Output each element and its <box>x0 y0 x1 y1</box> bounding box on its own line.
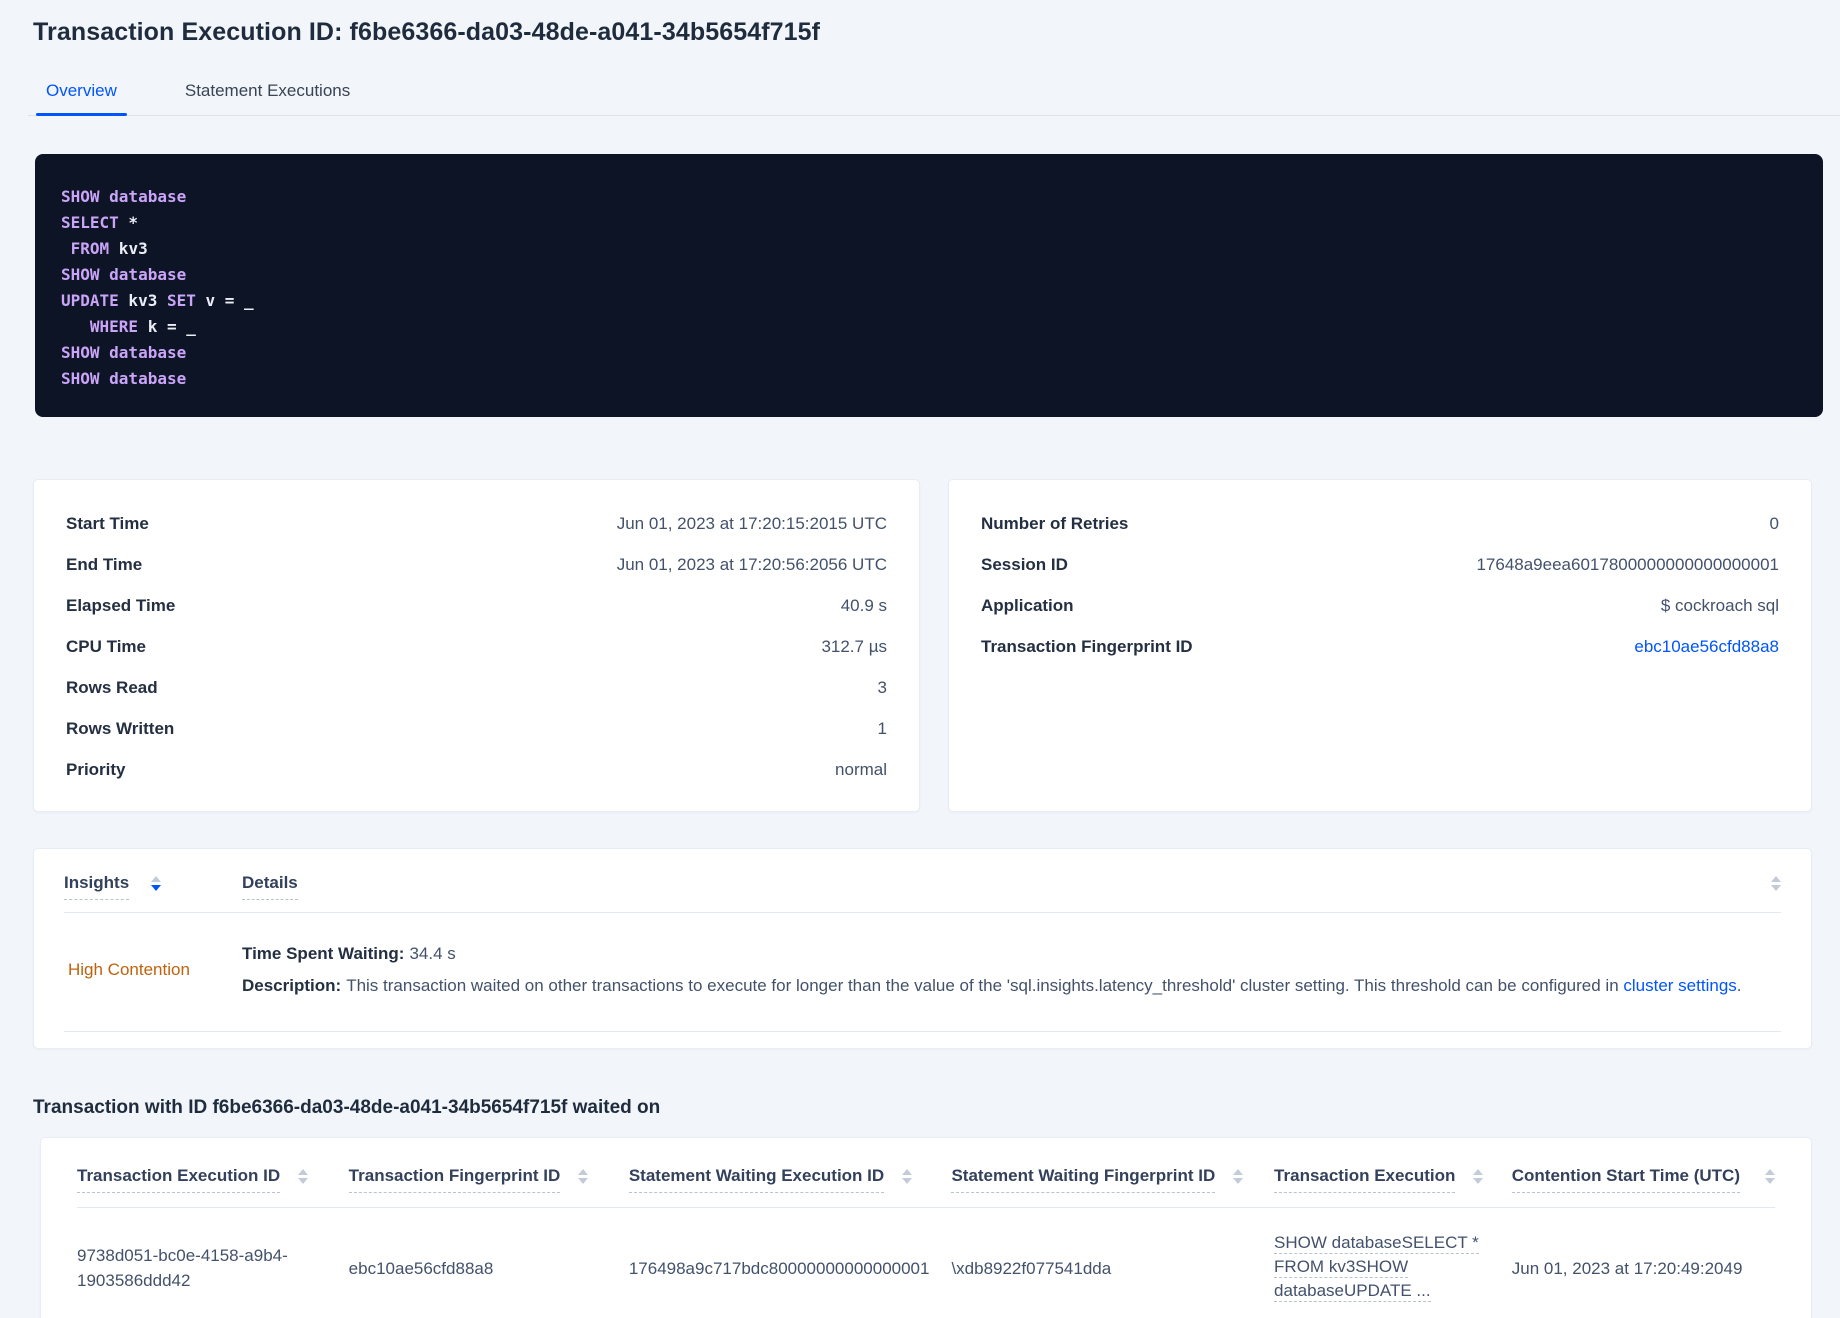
summary-value: $ cockroach sql <box>1660 595 1779 615</box>
summary-label: End Time <box>66 554 143 574</box>
summary-value: normal <box>835 759 887 779</box>
summary-label: CPU Time <box>66 636 146 656</box>
transaction-execution-link[interactable]: FROM kv3SHOW <box>1274 1256 1409 1278</box>
insight-type-badge: High Contention <box>68 960 190 979</box>
summary-value: 0 <box>1769 513 1779 533</box>
sql-code: SHOW database SELECT * FROM kv3 SHOW datab… <box>35 154 1823 417</box>
session-summary-card: Number of Retries 0 Session ID 17648a9ee… <box>948 479 1812 812</box>
summary-label: Priority <box>66 759 126 779</box>
summary-row-rows-written: Rows Written 1 <box>66 708 887 749</box>
summary-row-txn-fingerprint-id: Transaction Fingerprint ID ebc10ae56cfd8… <box>981 626 1779 667</box>
column-header-transaction-execution[interactable]: Transaction Execution <box>1274 1166 1512 1193</box>
summary-row-elapsed-time: Elapsed Time 40.9 s <box>66 585 887 626</box>
column-label: Contention Start Time (UTC) <box>1511 1166 1740 1193</box>
cell-contention-start-time: Jun 01, 2023 at 17:20:49:2049 <box>1511 1258 1743 1278</box>
insights-column-header[interactable]: Insights <box>64 873 242 900</box>
transaction-execution-link[interactable]: databaseUPDATE ... <box>1274 1280 1431 1302</box>
summary-label: Rows Read <box>66 677 158 697</box>
summary-label: Session ID <box>981 554 1068 574</box>
column-header-transaction-execution-id[interactable]: Transaction Execution ID <box>77 1166 349 1193</box>
time-spent-waiting-label: Time Spent Waiting: <box>242 944 405 963</box>
description-text: This transaction waited on other transac… <box>346 976 1624 995</box>
insights-table-header: Insights Details <box>64 873 1781 900</box>
time-spent-waiting-value: 34.4 s <box>409 944 456 963</box>
summary-label: Number of Retries <box>981 513 1129 533</box>
summary-row-end-time: End Time Jun 01, 2023 at 17:20:56:2056 U… <box>66 544 887 585</box>
summary-label: Start Time <box>66 513 149 533</box>
summary-value: 17648a9eea6017800000000000000001 <box>1476 554 1779 574</box>
cluster-settings-link[interactable]: cluster settings <box>1623 976 1736 995</box>
tab-statement-executions[interactable]: Statement Executions <box>179 71 356 115</box>
column-header-statement-waiting-fingerprint-id[interactable]: Statement Waiting Fingerprint ID <box>951 1166 1274 1193</box>
table-row: 9738d051-bc0e-4158-a9b4-1903586ddd42 ebc… <box>77 1208 1775 1318</box>
time-spent-waiting: Time Spent Waiting: 34.4 s <box>242 943 1781 965</box>
column-header-transaction-fingerprint-id[interactable]: Transaction Fingerprint ID <box>348 1166 629 1193</box>
insight-row: High Contention Time Spent Waiting: 34.4 … <box>64 913 1781 1032</box>
summary-row-rows-read: Rows Read 3 <box>66 667 887 708</box>
summary-value: 1 <box>877 718 887 738</box>
column-label: Transaction Execution ID <box>77 1166 281 1193</box>
details-column-header: Details <box>242 873 1781 900</box>
tab-bar: Overview Statement Executions <box>28 71 1840 116</box>
summary-row-start-time: Start Time Jun 01, 2023 at 17:20:15:2015… <box>66 503 887 544</box>
tab-overview[interactable]: Overview <box>36 71 127 116</box>
column-label: Statement Waiting Fingerprint ID <box>951 1166 1216 1193</box>
summary-value: 40.9 s <box>840 595 887 615</box>
summary-label: Rows Written <box>66 718 175 738</box>
sort-arrows-icon[interactable] <box>151 873 162 891</box>
cell-statement-waiting-execution-id: 176498a9c717bdc80000000000000001 <box>628 1258 930 1278</box>
column-label: Transaction Fingerprint ID <box>348 1166 561 1193</box>
cell-transaction-execution-id: 9738d051-bc0e-4158-a9b4-1903586ddd42 <box>77 1243 349 1293</box>
summary-row-application: Application $ cockroach sql <box>981 585 1779 626</box>
summary-label: Transaction Fingerprint ID <box>981 636 1193 656</box>
transaction-execution-id-value: 9738d051-bc0e-4158-a9b4-1903586ddd42 <box>77 1246 288 1290</box>
waited-on-heading: Transaction with ID f6be6366-da03-48de-a… <box>33 1097 661 1118</box>
column-label: Statement Waiting Execution ID <box>628 1166 885 1193</box>
cell-transaction-execution: SHOW databaseSELECT * FROM kv3SHOW datab… <box>1274 1232 1512 1304</box>
summary-cards-row: Start Time Jun 01, 2023 at 17:20:15:2015… <box>33 479 1812 812</box>
details-column-label: Details <box>242 873 298 900</box>
cell-statement-waiting-fingerprint-id: \xdb8922f077541dda <box>951 1258 1112 1278</box>
summary-value: 3 <box>877 677 887 697</box>
transaction-execution-link[interactable]: SHOW databaseSELECT * <box>1274 1232 1479 1254</box>
insight-details-cell: Time Spent Waiting: 34.4 s Description: Th… <box>242 943 1781 997</box>
sort-arrows-icon[interactable] <box>1473 1166 1484 1184</box>
summary-row-cpu-time: CPU Time 312.7 µs <box>66 626 887 667</box>
sort-arrows-icon[interactable] <box>902 1166 913 1184</box>
sort-arrows-icon[interactable] <box>298 1166 309 1184</box>
insight-description: Description: This transaction waited on o… <box>242 975 1781 997</box>
summary-row-priority: Priority normal <box>66 749 887 790</box>
insights-column-label: Insights <box>64 873 130 900</box>
sort-arrows-icon[interactable] <box>578 1166 589 1184</box>
sort-arrows-icon[interactable] <box>1771 873 1781 891</box>
waited-on-table-header: Transaction Execution ID Transaction Fin… <box>77 1166 1775 1193</box>
transaction-fingerprint-link[interactable]: ebc10ae56cfd88a8 <box>1634 637 1779 657</box>
column-header-contention-start-time[interactable]: Contention Start Time (UTC) <box>1511 1166 1775 1193</box>
summary-value: Jun 01, 2023 at 17:20:15:2015 UTC <box>616 513 887 533</box>
transaction-execution-details-page: Transaction Execution ID: f6be6366-da03-… <box>0 0 1840 1318</box>
summary-value: Jun 01, 2023 at 17:20:56:2056 UTC <box>616 554 887 574</box>
summary-row-retries: Number of Retries 0 <box>981 503 1779 544</box>
sort-arrows-icon[interactable] <box>1233 1166 1244 1184</box>
column-label: Transaction Execution <box>1274 1166 1456 1193</box>
waited-on-table: Transaction Execution ID Transaction Fin… <box>40 1137 1812 1318</box>
insights-table: Insights Details High Contention Time Sp… <box>33 848 1812 1049</box>
cell-transaction-fingerprint-id: ebc10ae56cfd88a8 <box>348 1258 494 1278</box>
summary-row-session-id: Session ID 17648a9eea6017800000000000000… <box>981 544 1779 585</box>
description-suffix: . <box>1736 976 1742 995</box>
description-label: Description: <box>242 976 342 995</box>
summary-value: 312.7 µs <box>821 636 887 656</box>
column-header-statement-waiting-execution-id[interactable]: Statement Waiting Execution ID <box>628 1166 952 1193</box>
sort-arrows-icon[interactable] <box>1764 1166 1775 1184</box>
summary-label: Elapsed Time <box>66 595 176 615</box>
summary-label: Application <box>981 595 1074 615</box>
execution-summary-card: Start Time Jun 01, 2023 at 17:20:15:2015… <box>33 479 920 812</box>
page-title: Transaction Execution ID: f6be6366-da03-… <box>33 18 821 46</box>
